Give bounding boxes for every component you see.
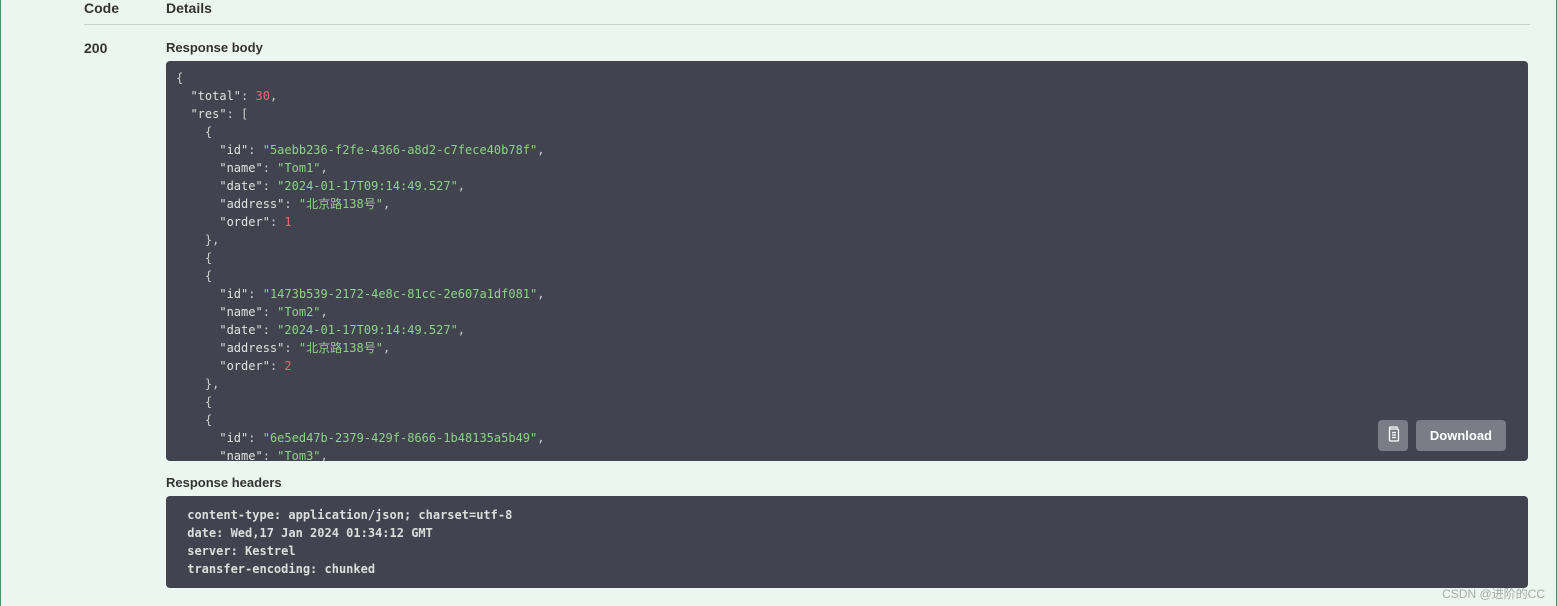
- response-body-block[interactable]: { "total": 30, "res": [ { "id": "5aebb23…: [166, 61, 1528, 461]
- response-table-header: Code Details: [84, 0, 1530, 25]
- watermark: CSDN @进阶的CC: [1442, 585, 1545, 602]
- clipboard-icon: [1386, 426, 1400, 445]
- code-column-header: Code: [84, 0, 166, 16]
- response-body-label: Response body: [166, 40, 1528, 55]
- response-headers-content: content-type: application/json; charset=…: [180, 506, 1514, 578]
- response-headers-block: content-type: application/json; charset=…: [166, 496, 1528, 588]
- download-button[interactable]: Download: [1416, 420, 1506, 451]
- details-column-header: Details: [166, 0, 212, 16]
- response-body-content: { "total": 30, "res": [ { "id": "5aebb23…: [176, 69, 1518, 461]
- copy-button[interactable]: [1378, 420, 1408, 451]
- response-headers-label: Response headers: [166, 475, 1528, 490]
- status-code: 200: [84, 40, 166, 602]
